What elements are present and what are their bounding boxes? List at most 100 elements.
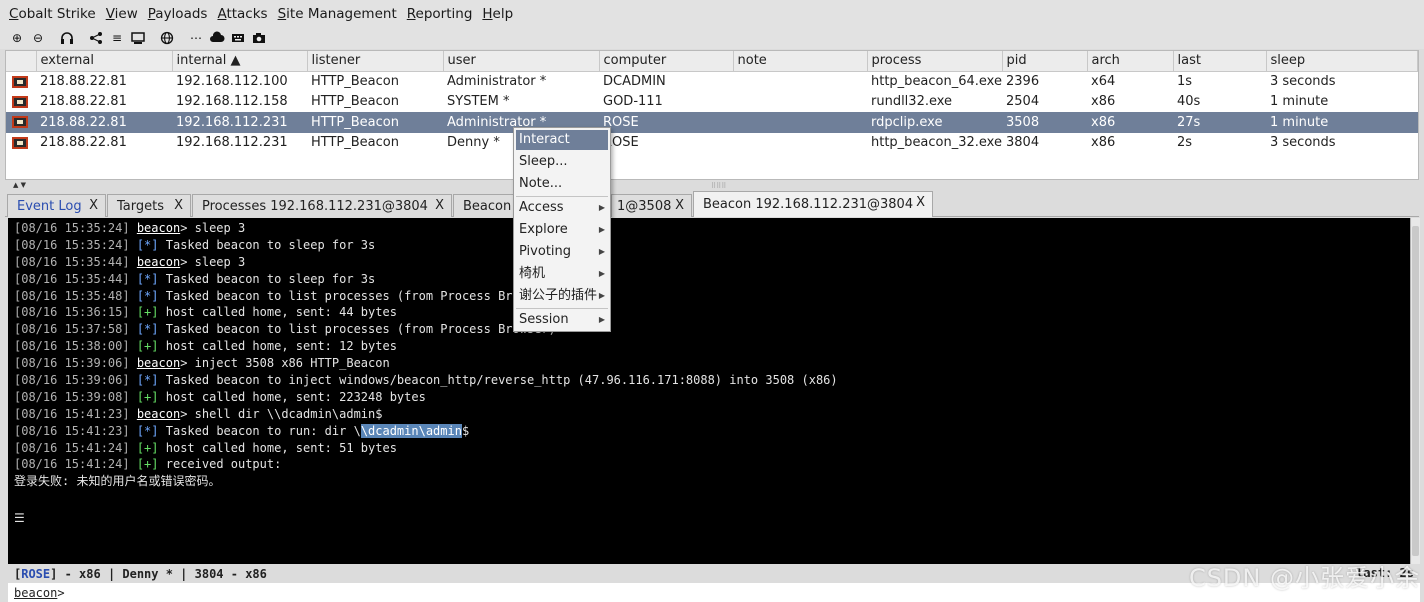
column-header-icon[interactable] [6,51,37,72]
submenu-arrow-icon: ▶ [598,291,605,300]
cloud-download-icon[interactable] [208,29,226,47]
column-header-pid[interactable]: pid [1002,51,1088,72]
new-connection-icon[interactable]: ⊕ [8,29,26,47]
table-row[interactable]: 218.88.22.81 192.168.112.158 HTTP_Beacon… [6,92,1418,113]
cell-last: 1s [1177,74,1193,89]
tab-close-button[interactable]: X [916,195,925,210]
console-text: host called home, sent: 12 bytes [158,339,397,354]
monitor-icon[interactable] [129,29,147,47]
menu-payloads[interactable]: Payloads [143,6,213,22]
timestamp: [08/16 15:37:58] [14,322,130,337]
tab-targets[interactable]: Targets X [107,194,191,217]
menu-item-label: Session [519,312,569,327]
tab-label: Beacon [463,198,512,214]
timestamp: [08/16 15:41:23] [14,423,130,438]
success-tag: [+] [136,457,159,472]
console-text: Tasked beacon to inject windows/beacon_h… [158,373,838,388]
pane-splitter[interactable]: ▲ ▼ ⠿⠿⠿ [5,181,1419,191]
menu-site-management[interactable]: Site Management [273,6,402,22]
beacon-console[interactable]: [08/16 15:35:24] beacon> sleep 3 [08/16 … [8,218,1410,564]
info-tag: [*] [136,271,159,286]
tab-event-log[interactable]: Event Log X [7,194,106,217]
success-tag: [+] [136,440,159,455]
headphones-icon[interactable] [58,29,76,47]
context-menu-interact[interactable]: Interact [516,130,608,150]
cell-last: 2s [1177,135,1193,151]
tab-close-button[interactable]: X [89,198,98,213]
menu-help[interactable]: Help [477,6,518,22]
success-tag: [+] [136,305,159,320]
column-header-note[interactable]: note [733,51,868,72]
cell-computer: ROSE [599,112,733,133]
console-text: host called home, sent: 51 bytes [158,440,397,455]
context-menu-access[interactable]: Access ▶ [516,198,608,218]
timestamp: [08/16 15:38:00] [14,339,130,354]
beacon-prompt: beacon [136,221,181,235]
context-menu-session[interactable]: Session ▶ [516,310,608,330]
context-menu-explore[interactable]: Explore ▶ [516,220,608,240]
menu-item-label: Pivoting [519,244,572,259]
context-menu-note[interactable]: Note... [516,174,608,194]
share-icon[interactable] [87,29,105,47]
console-menu-icon[interactable]: ☰ [14,510,1410,527]
tab-close-button[interactable]: X [435,198,444,213]
column-header-arch[interactable]: arch [1087,51,1174,72]
keyboard-icon[interactable] [229,29,247,47]
cell-sleep: 3 seconds [1270,135,1336,151]
table-row[interactable]: 218.88.22.81 192.168.112.100 HTTP_Beacon… [6,71,1418,92]
menu-separator [516,196,608,197]
menu-attacks[interactable]: Attacks [212,6,272,22]
timestamp: [08/16 15:35:24] [14,221,130,235]
console-scrollbar[interactable] [1410,218,1420,564]
column-header-internal[interactable]: internal ▲ [172,51,308,72]
column-header-process[interactable]: process [867,51,1003,72]
cell-internal: 192.168.112.231 [172,112,307,133]
menu-view[interactable]: View [101,6,143,22]
cell-computer: DCADMIN [603,74,666,89]
console-output-text: 登录失败: 未知的用户名或错误密码。 [14,474,221,489]
timestamp: [08/16 15:35:44] [14,271,130,286]
column-header-listener[interactable]: listener [307,51,444,72]
row-icon-cell [6,92,36,113]
column-header-sleep[interactable]: sleep [1266,51,1418,72]
list-icon[interactable]: ≡ [108,29,126,47]
tab-processes[interactable]: Processes 192.168.112.231@3804 X [192,194,452,217]
context-menu-plugin-2[interactable]: 谢公子的插件 ▶ [516,286,608,306]
timestamp: [08/16 15:36:15] [14,305,130,320]
table-row-selected[interactable]: 218.88.22.81 192.168.112.231 HTTP_Beacon… [6,112,1418,133]
console-line: [08/16 15:35:24] beacon> sleep 3 [14,220,1410,237]
console-text: > sleep 3 [180,254,246,269]
tab-close-button[interactable]: X [675,198,684,213]
cell-arch: x64 [1091,74,1116,89]
cell-listener: HTTP_Beacon [307,112,443,133]
column-header-computer[interactable]: computer [599,51,734,72]
tab-beacon-3804[interactable]: Beacon 192.168.112.231@3804 X [693,191,933,217]
context-menu-sleep[interactable]: Sleep... [516,152,608,172]
menu-reporting[interactable]: Reporting [402,6,478,22]
success-tag: [+] [136,389,159,404]
disconnect-icon[interactable]: ⊖ [29,29,47,47]
table-row[interactable]: 218.88.22.81 192.168.112.231 HTTP_Beacon… [6,133,1418,154]
splitter-arrows-icon[interactable]: ▲ ▼ [13,181,26,189]
tab-beacon-3508[interactable]: 1@3508 X [611,194,692,217]
cell-note [733,92,867,113]
context-menu-pivoting[interactable]: Pivoting ▶ [516,242,608,262]
column-header-user[interactable]: user [443,51,600,72]
context-menu-plugin-1[interactable]: 椅机 ▶ [516,264,608,284]
cell-arch: x86 [1087,112,1173,133]
globe-icon[interactable] [158,29,176,47]
tab-label: Event Log [17,198,82,214]
splitter-grip-icon[interactable]: ⠿⠿⠿ [711,182,726,190]
column-header-last[interactable]: last [1173,51,1267,72]
toolbar: ⊕ ⊖ ≡ ⋯ [0,27,1424,49]
cell-internal: 192.168.112.231 [176,135,288,151]
menu-cobalt-strike[interactable]: Cobalt Strike [4,6,101,22]
camera-icon[interactable] [250,29,268,47]
column-header-external[interactable]: external [36,51,173,72]
scrollbar-thumb[interactable] [1412,226,1419,556]
row-icon-cell [6,71,36,92]
info-tag: [*] [136,373,159,388]
tab-close-button[interactable]: X [174,198,183,213]
tab-beacon-partial[interactable]: Beacon [453,194,518,217]
dots-icon[interactable]: ⋯ [187,29,205,47]
